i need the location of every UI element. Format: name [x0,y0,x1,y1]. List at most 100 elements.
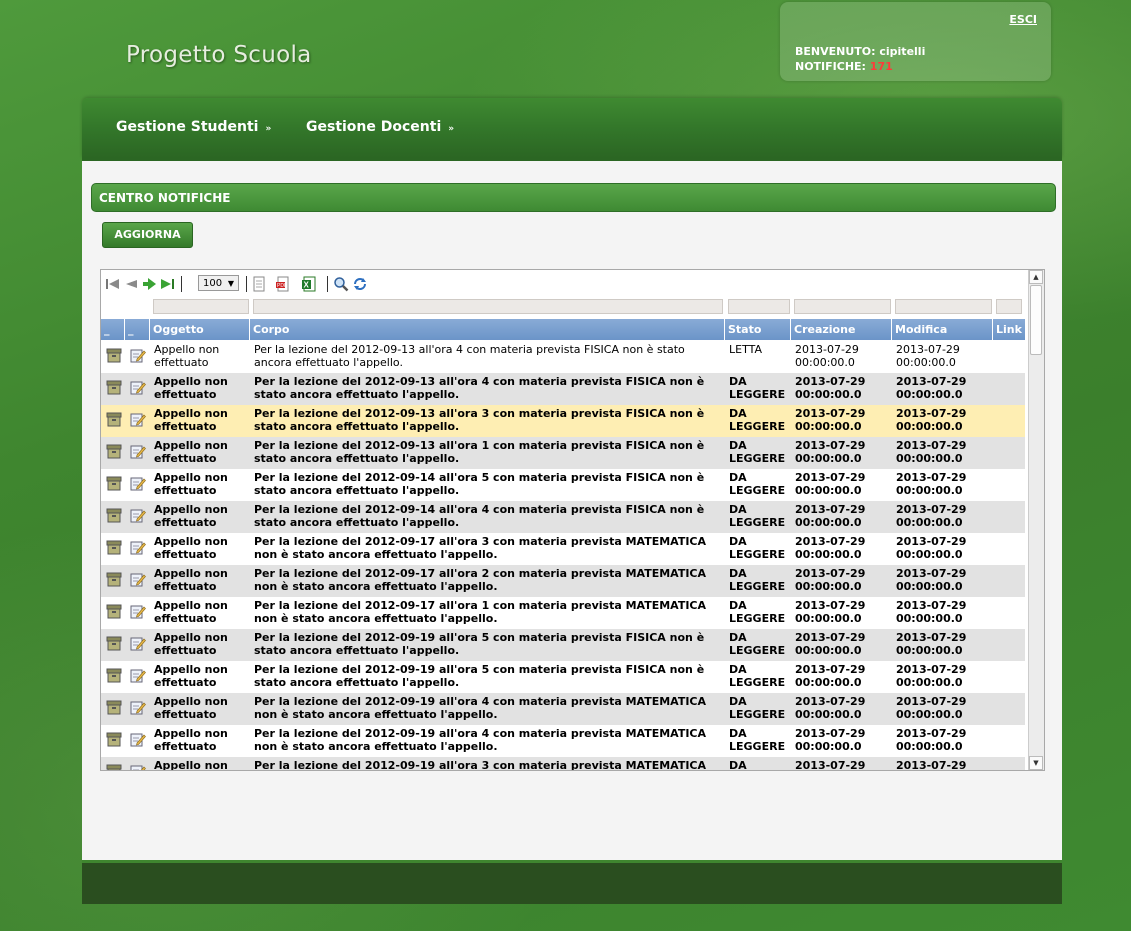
scroll-down-icon[interactable]: ▼ [1029,756,1043,770]
table-row[interactable]: Appello non effettuato Per la lezione del… [101,597,1025,629]
filter-corpo-input[interactable] [253,299,723,314]
table-row[interactable]: Appello non effettuato Per la lezione del… [101,341,1025,373]
edit-icon[interactable] [130,443,146,459]
edit-icon[interactable] [130,667,146,683]
scroll-thumb[interactable] [1030,285,1042,355]
filter-link-input[interactable] [996,299,1022,314]
last-page-icon[interactable] [159,276,175,292]
edit-icon[interactable] [130,731,146,747]
cell-oggetto: Appello non effettuato [154,439,228,465]
table-row[interactable]: Appello non effettuato Per la lezione del… [101,661,1025,693]
page-size-value: 100 [203,278,223,289]
cell-stato: DA LEGGERE [729,503,786,529]
cell-stato: DA LEGGERE [729,535,786,561]
app-logo: Progetto Scuola [126,42,312,68]
archive-icon[interactable] [106,667,122,683]
table-row[interactable]: Appello non effettuato Per la lezione del… [101,629,1025,661]
cell-corpo: Per la lezione del 2012-09-19 all'ora 4 … [254,695,707,721]
edit-icon[interactable] [130,699,146,715]
notifications-line: NOTIFICHE: 171 [795,60,893,73]
first-page-icon[interactable] [105,276,121,292]
grid-scrollbar[interactable]: ▲ ▼ [1028,270,1044,770]
column-header-action[interactable]: _ [125,319,150,340]
archive-icon[interactable] [106,475,122,491]
filter-creazione-input[interactable] [794,299,891,314]
user-panel: ESCI BENVENUTO: cipitelli NOTIFICHE: 171 [780,2,1051,81]
pdf-export-icon[interactable]: PDF [275,276,291,292]
column-header-select[interactable]: _ [101,319,125,340]
cell-modifica: 2013-07-29 00:00:00.0 [896,535,967,561]
archive-icon[interactable] [106,347,122,363]
cell-modifica: 2013-07-29 00:00:00.0 [896,727,967,753]
edit-icon[interactable] [130,635,146,651]
prev-page-icon[interactable] [123,276,139,292]
archive-icon[interactable] [106,731,122,747]
table-row[interactable]: Appello non effettuato Per la lezione del… [101,501,1025,533]
cell-corpo: Per la lezione del 2012-09-19 all'ora 3 … [254,759,707,771]
column-header-creazione[interactable]: Creazione [791,319,892,340]
archive-icon[interactable] [106,571,122,587]
edit-icon[interactable] [130,507,146,523]
edit-icon[interactable] [130,411,146,427]
scroll-up-icon[interactable]: ▲ [1029,270,1043,284]
table-row[interactable]: Appello non effettuato Per la lezione del… [101,693,1025,725]
archive-icon[interactable] [106,539,122,555]
table-row[interactable]: Appello non effettuato Per la lezione del… [101,469,1025,501]
edit-icon[interactable] [130,539,146,555]
cell-stato: DA LEGGERE [729,471,786,497]
excel-export-icon[interactable]: X [301,276,317,292]
main-content: CENTRO NOTIFICHE AGGIORNA 100 ▼ PDF X _ … [82,158,1062,860]
filter-oggetto-input[interactable] [153,299,249,314]
cell-stato: DA LEGGERE [729,695,786,721]
cell-oggetto: Appello non effettuato [154,663,228,689]
column-header-modifica[interactable]: Modifica [892,319,993,340]
nav-menu-gestione-studenti[interactable]: Gestione Studenti » [116,119,271,135]
cell-corpo: Per la lezione del 2012-09-14 all'ora 5 … [254,471,705,497]
table-row[interactable]: Appello non effettuato Per la lezione del… [101,373,1025,405]
page-size-select[interactable]: 100 ▼ [198,275,239,291]
archive-icon[interactable] [106,763,122,770]
search-icon[interactable] [333,276,349,292]
nav-menu-gestione-docenti[interactable]: Gestione Docenti » [306,119,454,135]
cell-modifica: 2013-07-29 00:00:00.0 [896,631,967,657]
edit-icon[interactable] [130,347,146,363]
archive-icon[interactable] [106,635,122,651]
edit-icon[interactable] [130,571,146,587]
edit-icon[interactable] [130,379,146,395]
table-row[interactable]: Appello non effettuato Per la lezione del… [101,565,1025,597]
welcome-line: BENVENUTO: cipitelli [795,45,925,58]
cell-modifica: 2013-07-29 00:00:00.0 [896,759,967,771]
archive-icon[interactable] [106,507,122,523]
edit-icon[interactable] [130,475,146,491]
archive-icon[interactable] [106,411,122,427]
table-row[interactable]: Appello non effettuato Per la lezione del… [101,405,1025,437]
cell-stato: DA LEGGERE [729,375,786,401]
cell-stato: DA LEGGERE [729,727,786,753]
logout-link[interactable]: ESCI [1009,13,1037,26]
refresh-button[interactable]: AGGIORNA [102,222,193,248]
archive-icon[interactable] [106,699,122,715]
refresh-icon[interactable] [352,276,368,292]
column-header-corpo[interactable]: Corpo [250,319,725,340]
archive-icon[interactable] [106,603,122,619]
column-header-link[interactable]: Link [993,319,1025,340]
cell-oggetto: Appello non effettuato [154,407,228,433]
filter-modifica-input[interactable] [895,299,992,314]
cell-modifica: 2013-07-29 00:00:00.0 [896,695,967,721]
section-title: CENTRO NOTIFICHE [99,191,231,205]
edit-icon[interactable] [130,763,146,770]
table-row[interactable]: Appello non effettuato Per la lezione del… [101,437,1025,469]
next-page-icon[interactable] [141,276,157,292]
table-row[interactable]: Appello non effettuato Per la lezione del… [101,725,1025,757]
edit-icon[interactable] [130,603,146,619]
table-row[interactable]: Appello non effettuato Per la lezione del… [101,533,1025,565]
section-header: CENTRO NOTIFICHE [91,183,1056,212]
document-icon[interactable] [251,276,267,292]
archive-icon[interactable] [106,379,122,395]
column-header-oggetto[interactable]: Oggetto [150,319,250,340]
filter-stato-input[interactable] [728,299,790,314]
table-row[interactable]: Appello non effettuato Per la lezione del… [101,757,1025,771]
archive-icon[interactable] [106,443,122,459]
cell-oggetto: Appello non effettuato [154,503,228,529]
column-header-stato[interactable]: Stato [725,319,791,340]
